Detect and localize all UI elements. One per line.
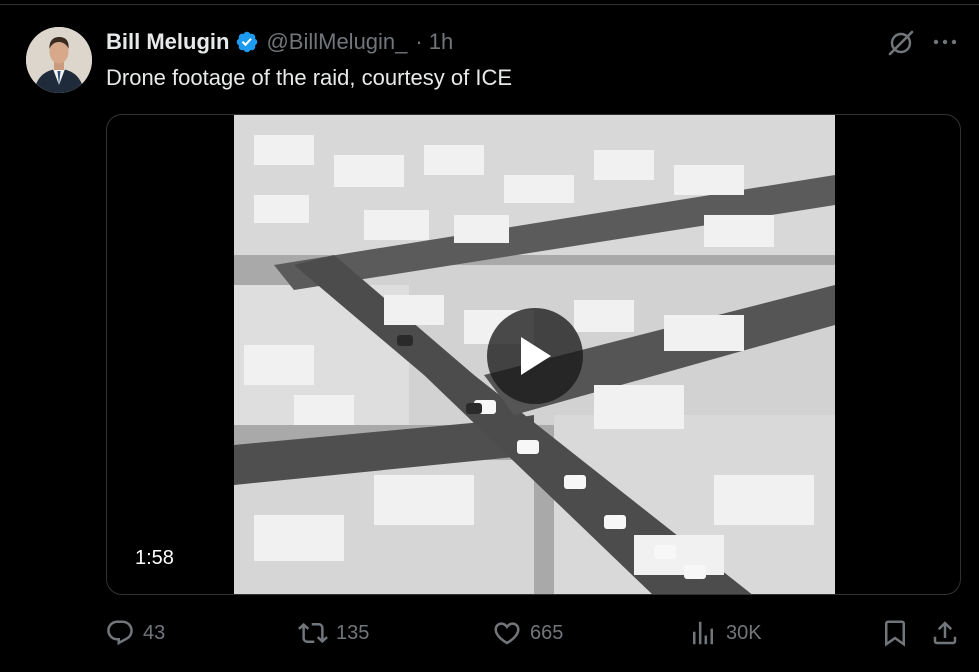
repost-count: 135: [336, 621, 370, 644]
repost-button[interactable]: 135: [298, 613, 369, 653]
reply-icon: [107, 620, 133, 646]
repost-icon: [298, 622, 328, 644]
like-count: 665: [530, 621, 564, 644]
grok-icon[interactable]: [886, 28, 916, 58]
author-display-name[interactable]: Bill Melugin: [106, 29, 229, 55]
avatar[interactable]: [26, 27, 92, 93]
like-button[interactable]: 665: [492, 613, 563, 653]
bookmark-icon: [885, 620, 905, 647]
more-icon[interactable]: [930, 29, 960, 55]
video-duration: 1:58: [135, 547, 174, 569]
play-icon[interactable]: [487, 308, 583, 404]
reply-count: 43: [143, 621, 166, 644]
separator-dot: ·: [415, 29, 423, 54]
share-icon: [933, 621, 957, 645]
tweet-header: Bill Melugin @BillMelugin_ · 1h: [106, 29, 453, 55]
tweet-timestamp[interactable]: 1h: [429, 29, 453, 55]
share-button[interactable]: [930, 613, 960, 653]
view-count: 30K: [726, 621, 762, 644]
video-player[interactable]: 1:58: [106, 114, 961, 595]
tweet-text: Drone footage of the raid, courtesy of I…: [106, 65, 513, 90]
author-handle[interactable]: @BillMelugin_: [266, 29, 407, 55]
views-button[interactable]: 30K: [688, 613, 762, 653]
views-icon: [693, 621, 713, 645]
reply-button[interactable]: 43: [105, 613, 165, 653]
like-icon: [494, 622, 520, 645]
tweet[interactable]: Bill Melugin @BillMelugin_ · 1h Drone fo…: [0, 5, 979, 672]
bookmark-button[interactable]: [880, 613, 910, 653]
verified-badge-icon[interactable]: [235, 30, 259, 54]
tweet-actions: 43 135 665 30K: [0, 613, 979, 653]
